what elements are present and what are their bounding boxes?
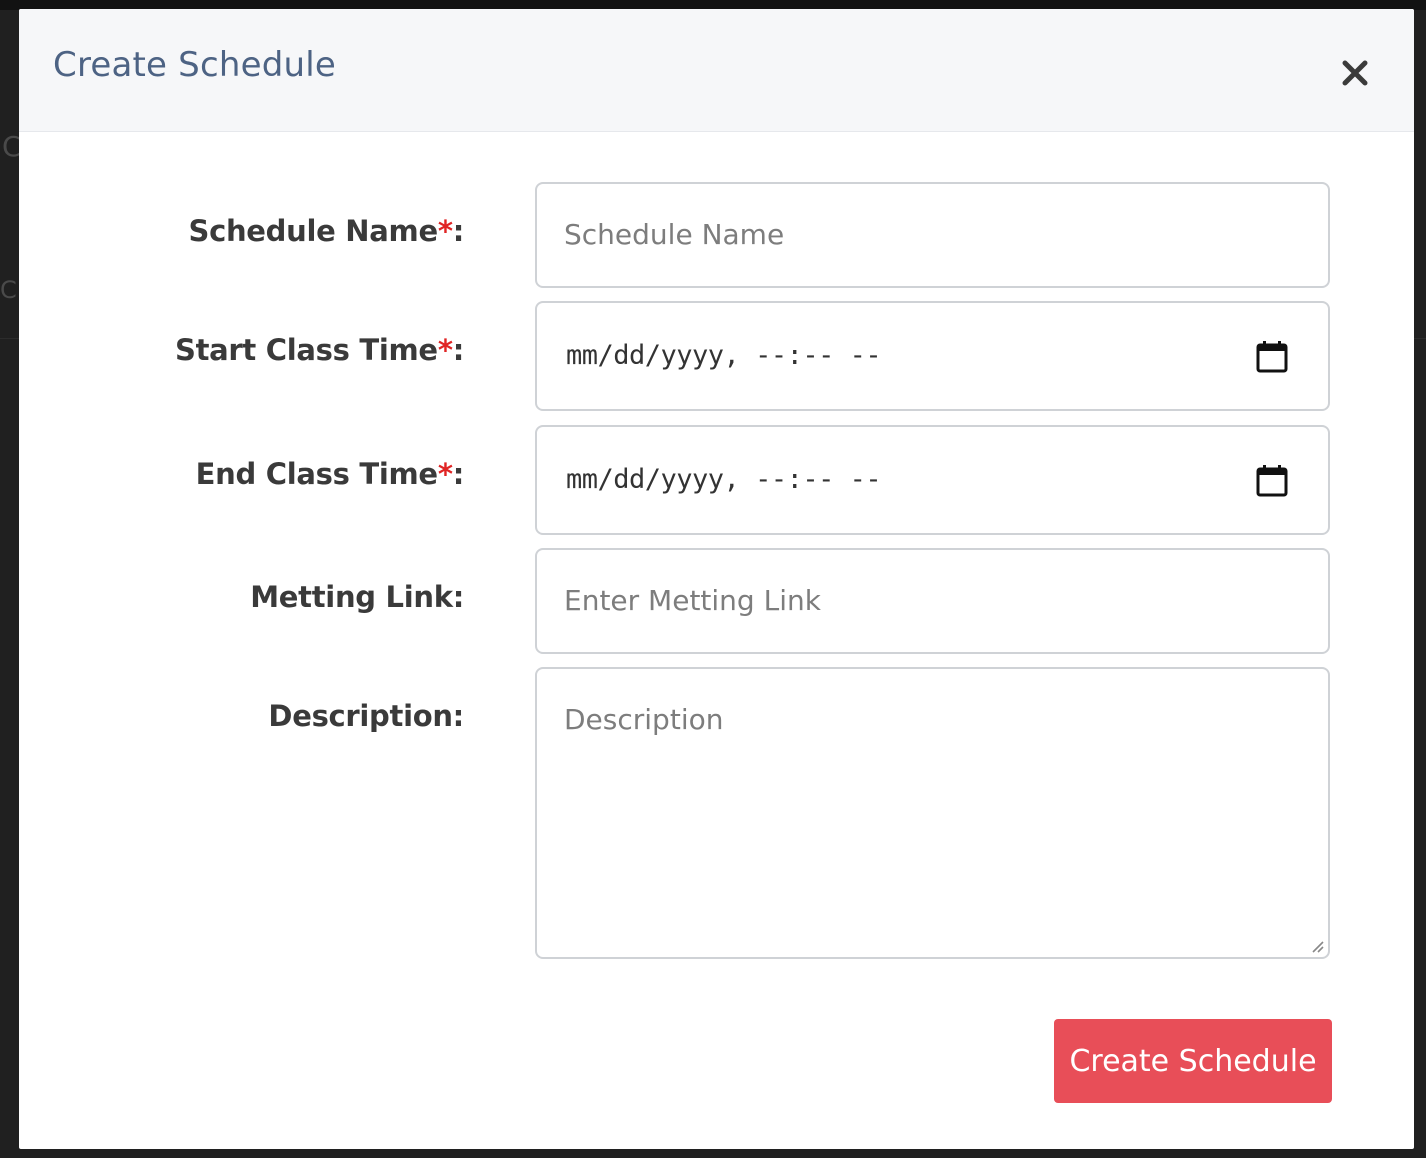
schedule-name-label-text: Schedule Name bbox=[188, 214, 438, 248]
start-class-time-value: mm/dd/yyyy, --:-- -- bbox=[566, 340, 882, 371]
resize-handle-icon[interactable] bbox=[1307, 936, 1325, 954]
start-class-time-input[interactable]: mm/dd/yyyy, --:-- -- bbox=[535, 301, 1330, 411]
label-colon: : bbox=[452, 214, 465, 248]
calendar-icon[interactable] bbox=[1254, 463, 1290, 499]
meeting-link-row: Metting Link: Enter Metting Link bbox=[19, 548, 1414, 654]
label-colon: : bbox=[452, 457, 465, 491]
create-schedule-modal: Create Schedule Schedule Name*: Schedule… bbox=[19, 9, 1414, 1149]
description-label: Description: bbox=[268, 699, 464, 733]
label-colon: : bbox=[452, 333, 465, 367]
close-icon bbox=[1342, 60, 1368, 86]
required-asterisk: * bbox=[437, 333, 453, 367]
end-class-time-value: mm/dd/yyyy, --:-- -- bbox=[566, 464, 882, 495]
start-class-time-label: Start Class Time*: bbox=[175, 333, 464, 367]
required-asterisk: * bbox=[437, 457, 453, 491]
required-asterisk: * bbox=[437, 214, 453, 248]
description-textarea[interactable]: Description bbox=[535, 667, 1330, 959]
calendar-icon[interactable] bbox=[1254, 339, 1290, 375]
end-class-time-label-text: End Class Time bbox=[195, 457, 438, 491]
schedule-name-row: Schedule Name*: Schedule Name bbox=[19, 182, 1414, 288]
schedule-name-label: Schedule Name*: bbox=[188, 214, 464, 248]
meeting-link-input[interactable]: Enter Metting Link bbox=[535, 548, 1330, 654]
schedule-name-input[interactable]: Schedule Name bbox=[535, 182, 1330, 288]
background-divider bbox=[1414, 338, 1426, 339]
end-class-time-row: End Class Time*: mm/dd/yyyy, --:-- -- bbox=[19, 425, 1414, 535]
create-schedule-button[interactable]: Create Schedule bbox=[1054, 1019, 1332, 1103]
start-class-time-label-text: Start Class Time bbox=[175, 333, 438, 367]
meeting-link-label: Metting Link: bbox=[250, 580, 464, 614]
start-class-time-row: Start Class Time*: mm/dd/yyyy, --:-- -- bbox=[19, 301, 1414, 411]
schedule-name-placeholder: Schedule Name bbox=[564, 218, 785, 251]
description-placeholder: Description bbox=[564, 703, 724, 736]
modal-header: Create Schedule bbox=[19, 9, 1414, 132]
modal-title: Create Schedule bbox=[53, 45, 337, 85]
background-text-fragment: C bbox=[0, 276, 17, 304]
end-class-time-input[interactable]: mm/dd/yyyy, --:-- -- bbox=[535, 425, 1330, 535]
background-divider bbox=[0, 338, 19, 339]
close-button[interactable] bbox=[1335, 53, 1375, 93]
meeting-link-placeholder: Enter Metting Link bbox=[564, 584, 821, 617]
end-class-time-label: End Class Time*: bbox=[195, 457, 465, 491]
description-row: Description: Description bbox=[19, 667, 1414, 959]
